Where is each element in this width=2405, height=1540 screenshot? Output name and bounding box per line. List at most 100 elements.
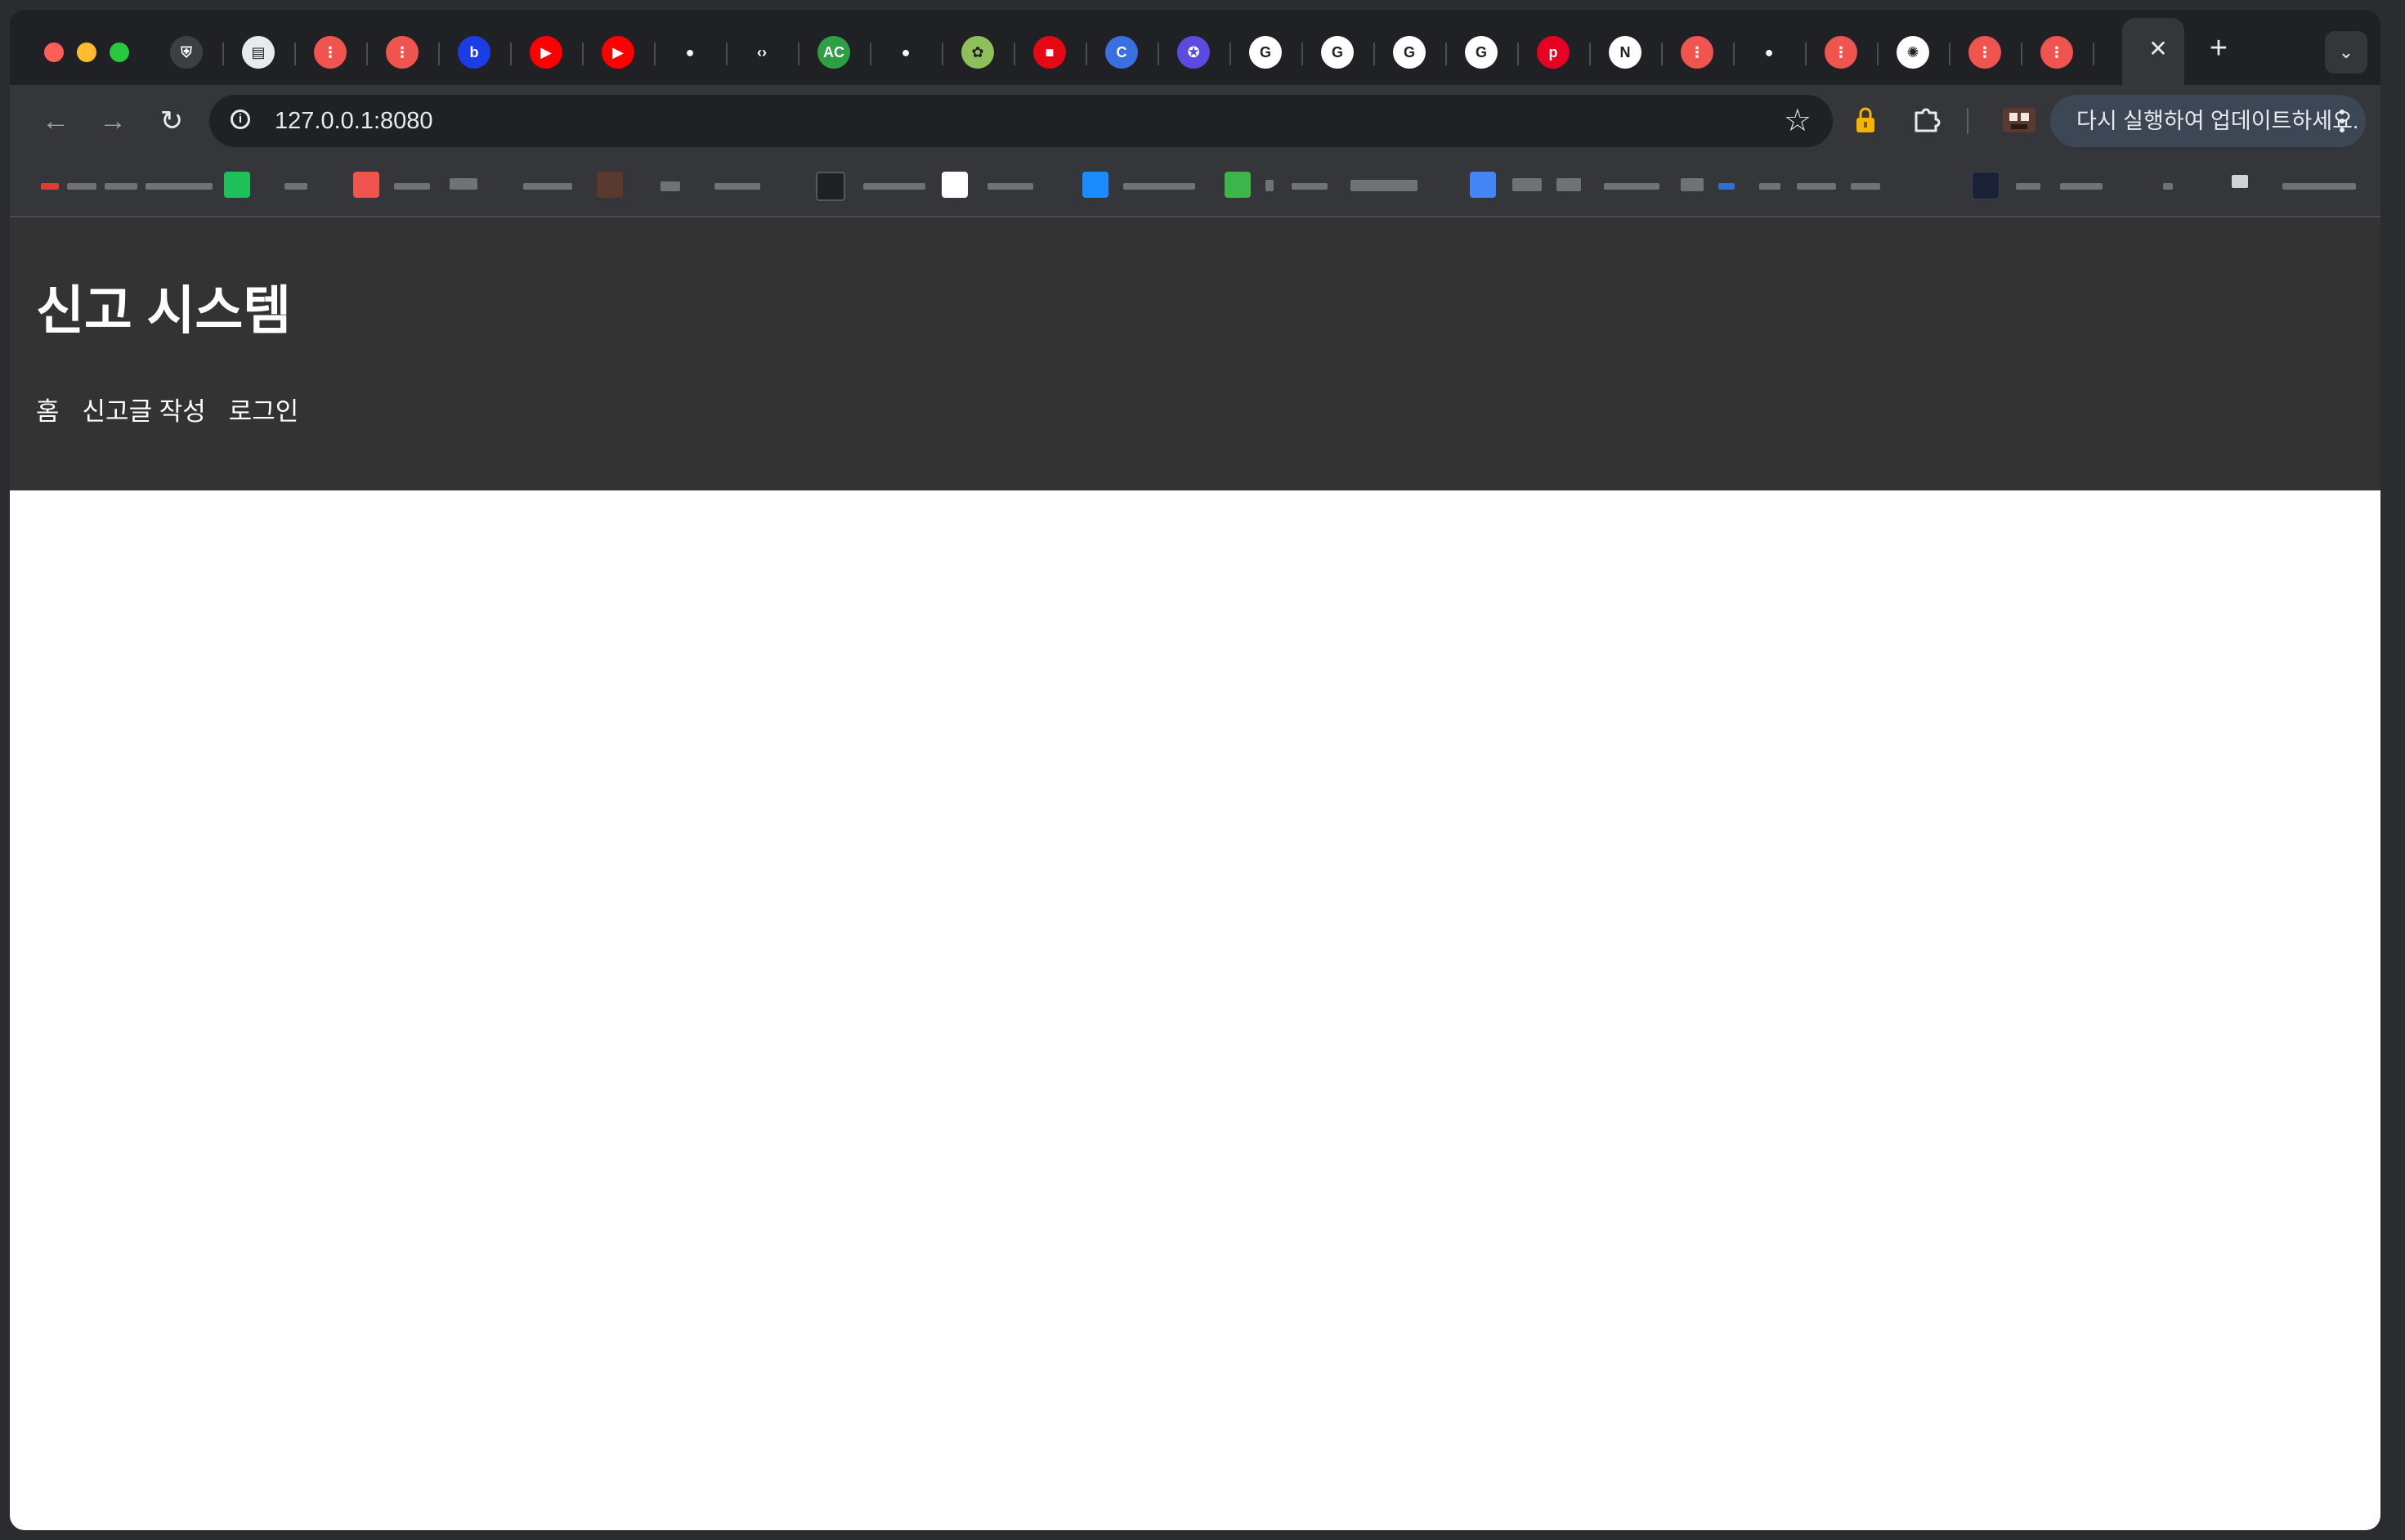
tab-close-icon[interactable]: ✕ — [2147, 38, 2170, 60]
youtube-icon[interactable]: ▶ — [530, 36, 562, 69]
tab-separator — [1014, 43, 1015, 65]
tab-separator — [1445, 43, 1447, 65]
bookmark-item[interactable] — [1556, 178, 1581, 191]
tab-separator — [1877, 43, 1879, 65]
bookmark-item[interactable] — [988, 183, 1033, 190]
app-red-icon[interactable]: ⋮ — [2040, 36, 2073, 69]
tab-strip: ⛨ ▤ ⋮ ⋮ b ▶ ▶ ● ‹› AC ● ✿ ■ C ✪ G G G Gp N ⋮ ● ⋮ ✺ ⋮ ⋮ ✕ + ⌄ — [10, 10, 2380, 85]
bookmark-item[interactable] — [1797, 183, 1836, 190]
b-logo-icon[interactable]: b — [458, 36, 490, 69]
bookmarks-bar — [10, 157, 2380, 217]
bookmark-item[interactable] — [1265, 180, 1274, 191]
github-icon[interactable]: ● — [674, 36, 706, 69]
bookmark-icon[interactable] — [816, 172, 845, 201]
url-text[interactable]: 127.0.0.1:8080 — [275, 108, 433, 134]
tab-separator — [726, 43, 728, 65]
bookmark-item[interactable] — [523, 183, 572, 190]
tab-separator — [582, 43, 584, 65]
app-red-icon[interactable]: ⋮ — [1825, 36, 1857, 69]
bookmark-item[interactable] — [105, 183, 137, 190]
store-icon[interactable]: ▤ — [242, 36, 275, 69]
bookmark-item[interactable] — [1851, 183, 1880, 190]
google-icon[interactable]: G — [1249, 36, 1282, 69]
shield-icon[interactable]: ⛨ — [170, 36, 203, 69]
window-maximize-button[interactable] — [110, 43, 129, 62]
profile-avatar-icon[interactable] — [2003, 105, 2036, 136]
nav-link-write-report[interactable]: 신고글 작성 — [83, 396, 206, 428]
tab-separator — [1661, 43, 1663, 65]
tab-separator — [1949, 43, 1950, 65]
relaunch-update-button[interactable]: 다시 실행하여 업데이트하세요. — [2050, 95, 2366, 147]
window-close-button[interactable] — [44, 43, 64, 62]
google-icon[interactable]: G — [1321, 36, 1354, 69]
bookmark-item[interactable] — [2282, 183, 2356, 190]
forward-arrow-icon[interactable]: → — [93, 101, 132, 141]
bookmark-item[interactable] — [450, 178, 477, 190]
bookmark-item[interactable] — [2060, 183, 2103, 190]
bookmark-icon[interactable] — [597, 172, 623, 198]
app-red-icon[interactable]: ⋮ — [386, 36, 419, 69]
tab-separator — [1086, 43, 1087, 65]
bookmark-icon[interactable] — [1082, 172, 1108, 198]
tab-separator — [1373, 43, 1375, 65]
window-minimize-button[interactable] — [77, 43, 96, 62]
nav-link-login[interactable]: 로그인 — [229, 396, 299, 428]
nav-link-home[interactable]: 홈 — [36, 396, 60, 428]
badge-icon[interactable]: ✪ — [1177, 36, 1210, 69]
app-red-icon[interactable]: ⋮ — [314, 36, 347, 69]
github-icon[interactable]: ● — [889, 36, 922, 69]
app-red-icon[interactable]: ⋮ — [1968, 36, 2001, 69]
bookmark-item[interactable] — [1512, 178, 1542, 191]
app-red-icon[interactable]: ⋮ — [1681, 36, 1713, 69]
menu-kebab-icon[interactable] — [2340, 110, 2345, 137]
extensions-puzzle-icon[interactable] — [1911, 103, 1944, 136]
bookmark-icon[interactable] — [942, 172, 968, 198]
pinterest-icon[interactable]: p — [1537, 36, 1570, 69]
bookmark-item[interactable] — [1681, 178, 1704, 191]
bookmark-item[interactable] — [1292, 183, 1328, 190]
tab-search-button[interactable]: ⌄ — [2325, 31, 2367, 74]
notion-icon[interactable]: N — [1609, 36, 1641, 69]
google-icon[interactable]: G — [1465, 36, 1498, 69]
ac-icon[interactable]: AC — [817, 36, 850, 69]
openai-icon[interactable]: ✺ — [1897, 36, 1929, 69]
github-icon[interactable]: ● — [1753, 36, 1785, 69]
bookmark-star-icon[interactable]: ☆ — [1784, 103, 1812, 139]
google-icon[interactable]: G — [1393, 36, 1426, 69]
bookmark-item[interactable] — [146, 183, 213, 190]
tab-separator — [654, 43, 656, 65]
site-info-icon[interactable]: i — [231, 110, 250, 129]
bookmark-item[interactable] — [1759, 183, 1780, 190]
bookmark-item[interactable] — [284, 183, 307, 190]
reload-icon[interactable]: ↻ — [152, 101, 191, 141]
bookmark-item[interactable] — [394, 183, 430, 190]
bank-icon[interactable]: ■ — [1033, 36, 1066, 69]
canva-icon[interactable]: C — [1105, 36, 1138, 69]
bookmark-icon[interactable] — [1470, 172, 1496, 198]
bookmark-item[interactable] — [1604, 183, 1659, 190]
address-bar[interactable]: i 127.0.0.1:8080 ☆ — [209, 95, 1833, 147]
bookmark-item[interactable] — [2016, 183, 2040, 190]
bookmark-item[interactable] — [714, 183, 760, 190]
tab-separator — [366, 43, 368, 65]
bookmark-item[interactable] — [661, 181, 680, 191]
hamster-icon[interactable]: ✿ — [961, 36, 994, 69]
bookmark-item[interactable] — [1718, 183, 1735, 190]
bookmark-item[interactable] — [863, 183, 925, 190]
code-icon[interactable]: ‹› — [746, 36, 778, 69]
back-arrow-icon[interactable]: ← — [36, 101, 75, 141]
youtube-icon[interactable]: ▶ — [602, 36, 634, 69]
bookmark-icon[interactable] — [1225, 172, 1251, 198]
bookmark-icon[interactable] — [353, 172, 379, 198]
bookmark-item[interactable] — [41, 183, 59, 190]
bookmark-item[interactable] — [67, 183, 96, 190]
bookmark-item[interactable] — [1350, 180, 1417, 191]
tab-separator — [2093, 43, 2094, 65]
lock-extension-icon[interactable] — [1854, 106, 1877, 134]
bookmark-icon[interactable] — [224, 172, 250, 198]
bookmark-item[interactable] — [1123, 183, 1195, 190]
new-tab-button[interactable]: + — [2204, 33, 2233, 64]
bookmark-icon[interactable] — [1972, 172, 2000, 199]
bookmark-item[interactable] — [2163, 183, 2173, 190]
bookmark-item[interactable] — [2232, 175, 2248, 188]
